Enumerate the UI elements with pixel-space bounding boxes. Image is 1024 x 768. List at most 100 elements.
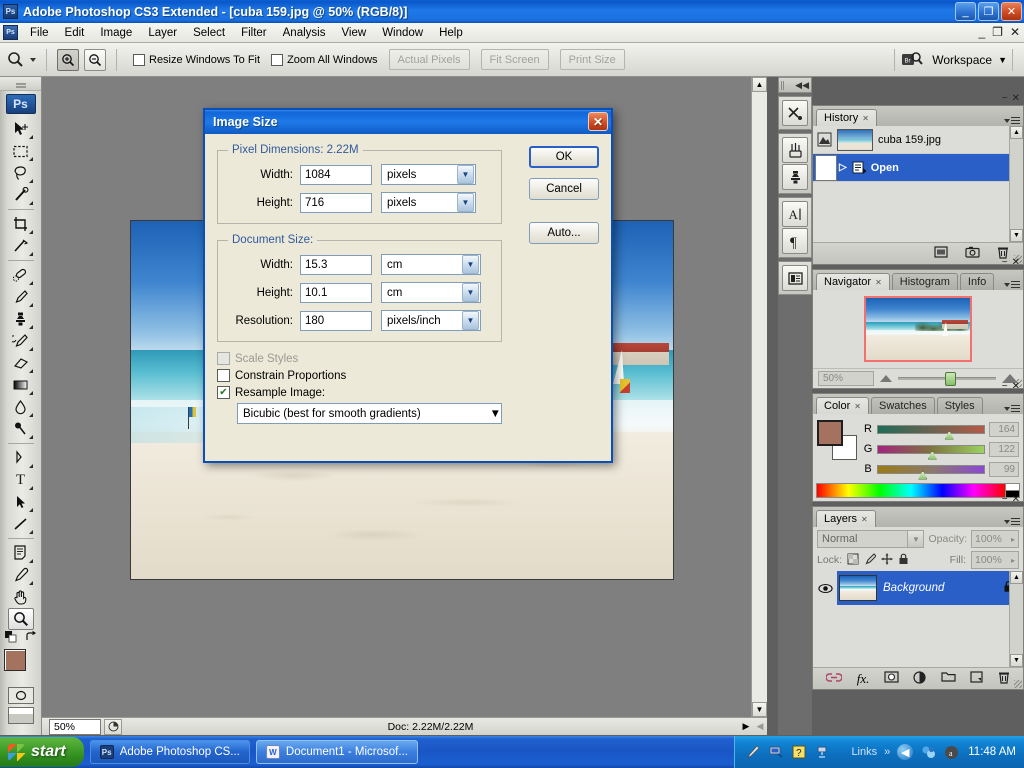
actual-pixels-button[interactable]: Actual Pixels — [388, 49, 470, 70]
layers-scroll-up-icon[interactable]: ▲ — [1010, 571, 1023, 584]
navigator-zoom-field[interactable]: 50% — [818, 371, 874, 386]
doc-resolution-input[interactable]: 180 — [300, 310, 372, 331]
zoom-in-button[interactable] — [57, 48, 79, 71]
tool-crop[interactable] — [8, 213, 34, 235]
new-document-from-state-icon[interactable] — [934, 246, 948, 261]
clone-source-icon[interactable] — [782, 164, 808, 190]
layers-minimize-icon[interactable]: − — [1002, 494, 1008, 505]
tool-path-selection[interactable] — [8, 491, 34, 513]
layer-name[interactable]: Background — [883, 582, 1003, 594]
pen-icon[interactable] — [745, 744, 761, 760]
new-snapshot-icon[interactable] — [965, 246, 980, 261]
cancel-button[interactable]: Cancel — [529, 178, 599, 200]
history-minimize-icon[interactable]: − — [1002, 93, 1008, 104]
menu-item-image[interactable]: Image — [92, 25, 140, 41]
lock-image-pixels-icon[interactable] — [864, 552, 877, 568]
tool-marquee[interactable] — [8, 140, 34, 162]
status-left-arrow-icon[interactable]: ◀ — [753, 719, 767, 735]
delete-layer-icon[interactable] — [998, 671, 1010, 687]
resize-windows-checkbox[interactable]: Resize Windows To Fit — [133, 53, 260, 66]
tab-history-close-icon[interactable]: ✕ — [862, 114, 869, 123]
tool-hand[interactable] — [8, 586, 34, 608]
screen-mode-button[interactable] — [7, 707, 34, 724]
menu-item-window[interactable]: Window — [374, 25, 431, 41]
history-scrollbar[interactable]: ▲ ▼ — [1009, 126, 1023, 242]
tab-navigator-close-icon[interactable]: ✕ — [875, 278, 882, 287]
history-snapshot-row[interactable]: cuba 159.jpg — [813, 126, 1023, 154]
tool-pen[interactable] — [8, 447, 34, 469]
doc-height-input[interactable]: 10.1 — [300, 282, 372, 303]
taskbar-item-photoshop[interactable]: Ps Adobe Photoshop CS... — [89, 740, 250, 764]
minimize-button[interactable]: _ — [955, 2, 976, 21]
layers-resize-grip[interactable] — [1014, 680, 1022, 688]
opacity-field[interactable]: 100% ▸ — [971, 530, 1019, 548]
color-panel-menu-icon[interactable] — [1004, 405, 1020, 412]
tab-history[interactable]: History ✕ — [816, 109, 877, 126]
layer-style-fx-icon[interactable]: fx. — [857, 671, 870, 687]
navigator-close-icon[interactable]: ✕ — [1012, 257, 1020, 268]
doc-resolution-unit-select[interactable]: pixels/inch ▼ — [381, 310, 481, 331]
color-minimize-icon[interactable]: − — [1002, 381, 1008, 392]
scale-styles-row[interactable]: Scale Styles — [217, 352, 599, 365]
antivirus-icon[interactable]: a — [943, 744, 959, 760]
channel-value-b[interactable]: 99 — [989, 461, 1019, 477]
zoom-level-field[interactable]: 50% — [49, 718, 101, 735]
tray-expand-icon[interactable]: ◀ — [897, 744, 914, 760]
pixel-height-unit-select[interactable]: pixels ▼ — [381, 192, 476, 213]
layers-panel-menu-icon[interactable] — [1004, 518, 1020, 525]
tool-move[interactable] — [8, 118, 34, 140]
zoom-all-windows-checkbox[interactable]: Zoom All Windows — [271, 53, 378, 66]
dialog-close-button[interactable]: ✕ — [588, 112, 608, 131]
menu-item-filter[interactable]: Filter — [233, 25, 275, 41]
dock-collapse-icon[interactable]: ◀◀ — [795, 80, 809, 91]
tool-line-shape[interactable] — [8, 513, 34, 535]
doc-height-unit-select[interactable]: cm ▼ — [381, 282, 481, 303]
tab-info[interactable]: Info — [959, 273, 995, 290]
workspace-dropdown[interactable]: Workspace ▼ — [932, 53, 1007, 67]
pixel-height-input[interactable]: 716 — [300, 192, 372, 213]
pixel-width-unit-select[interactable]: pixels ▼ — [381, 164, 476, 185]
status-preview-button[interactable] — [104, 718, 122, 735]
scroll-down-arrow-icon[interactable]: ▼ — [752, 702, 767, 717]
channel-value-g[interactable]: 122 — [989, 441, 1019, 457]
menu-item-analysis[interactable]: Analysis — [275, 25, 334, 41]
go-to-bridge-icon[interactable]: Br — [900, 49, 924, 71]
tab-swatches[interactable]: Swatches — [871, 397, 935, 414]
layer-visibility-eye-icon[interactable] — [813, 571, 837, 605]
character-icon[interactable]: A — [782, 201, 808, 227]
layer-row-background[interactable]: Background — [813, 571, 1023, 605]
navigator-panel-menu-icon[interactable] — [1004, 281, 1020, 288]
new-group-icon[interactable] — [941, 671, 956, 686]
tool-history-brush[interactable] — [8, 330, 34, 352]
foreground-color-swatch[interactable] — [3, 649, 26, 671]
new-adjustment-layer-icon[interactable] — [913, 670, 926, 687]
navigator-minimize-icon[interactable]: − — [1002, 257, 1008, 268]
help-icon[interactable]: ? — [791, 744, 807, 760]
color-close-icon[interactable]: ✕ — [1012, 381, 1020, 392]
history-state-source-box[interactable] — [815, 154, 837, 181]
dock-header[interactable]: ◀◀ — [778, 77, 812, 93]
start-button[interactable]: start — [0, 737, 84, 767]
history-panel-menu-icon[interactable] — [1004, 117, 1020, 124]
doc-width-unit-select[interactable]: cm ▼ — [381, 254, 481, 275]
history-close-icon[interactable]: ✕ — [1012, 93, 1020, 104]
tool-clone-stamp[interactable] — [8, 308, 34, 330]
color-panel-swatches[interactable] — [817, 420, 857, 460]
tool-eyedropper[interactable] — [8, 564, 34, 586]
channel-value-r[interactable]: 164 — [989, 421, 1019, 437]
toolbox-grip[interactable] — [0, 77, 41, 91]
lock-transparent-pixels-icon[interactable] — [847, 553, 859, 568]
lock-position-icon[interactable] — [881, 553, 893, 568]
quick-mask-button[interactable] — [7, 687, 34, 704]
history-scroll-up-icon[interactable]: ▲ — [1010, 126, 1023, 139]
history-scroll-down-icon[interactable]: ▼ — [1010, 229, 1023, 242]
tool-zoom[interactable] — [7, 608, 34, 630]
menu-item-help[interactable]: Help — [431, 25, 471, 41]
scroll-up-arrow-icon[interactable]: ▲ — [752, 77, 767, 92]
doc-close-button[interactable]: ✕ — [1010, 25, 1020, 39]
menu-item-select[interactable]: Select — [185, 25, 233, 41]
navigator-zoom-knob[interactable] — [945, 372, 957, 386]
tool-slice[interactable] — [8, 235, 34, 257]
tab-layers[interactable]: Layers ✕ — [816, 510, 876, 527]
fill-stepper-icon[interactable]: ▸ — [1011, 556, 1015, 565]
